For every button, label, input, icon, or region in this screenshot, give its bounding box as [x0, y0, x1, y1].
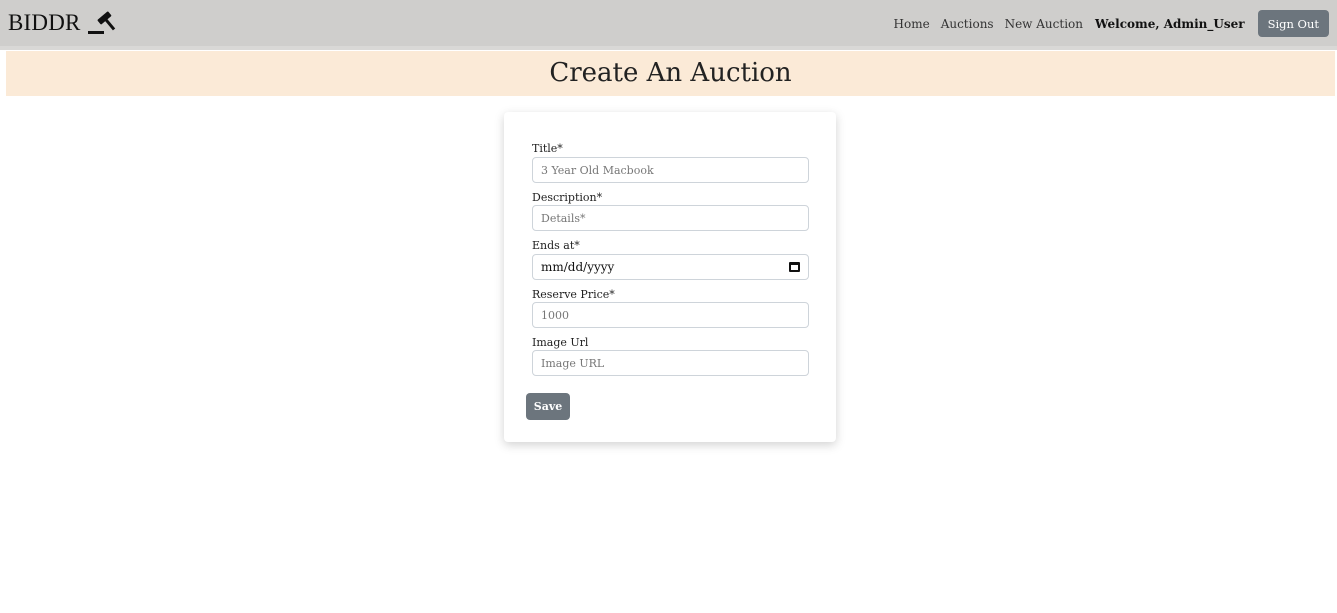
description-field[interactable] — [532, 205, 809, 231]
description-input[interactable] — [541, 211, 800, 225]
image-url-input[interactable] — [541, 356, 800, 370]
image-url-field[interactable] — [532, 350, 809, 376]
ends-at-value: mm/dd/yyyy — [541, 260, 615, 274]
image-url-label: Image Url — [532, 336, 589, 349]
title-field[interactable] — [532, 157, 809, 183]
brand-name: BIDDR — [8, 10, 81, 35]
reserve-price-input[interactable] — [541, 308, 800, 322]
navbar: BIDDR Home Auctions New Auction Welcome,… — [0, 0, 1337, 50]
calendar-icon[interactable] — [789, 262, 800, 272]
page-header: Create An Auction — [6, 51, 1335, 96]
save-button[interactable]: Save — [526, 393, 570, 420]
nav-link-auctions[interactable]: Auctions — [941, 17, 994, 31]
create-auction-form: Title* Description* Ends at* mm/dd/yyyy … — [504, 112, 836, 442]
reserve-price-label: Reserve Price* — [532, 288, 615, 301]
welcome-text: Welcome, Admin_User — [1095, 16, 1245, 31]
title-label: Title* — [532, 142, 563, 155]
page-title: Create An Auction — [549, 58, 792, 88]
description-label: Description* — [532, 191, 603, 204]
sign-out-button[interactable]: Sign Out — [1257, 10, 1329, 37]
nav-link-home[interactable]: Home — [894, 17, 930, 31]
nav-menu: Home Auctions New Auction Welcome, Admin… — [883, 10, 1329, 37]
reserve-price-field[interactable] — [532, 302, 809, 328]
nav-link-new-auction[interactable]: New Auction — [1005, 17, 1083, 31]
ends-at-date-input[interactable]: mm/dd/yyyy — [532, 254, 809, 280]
brand-logo[interactable]: BIDDR — [8, 8, 119, 38]
title-input[interactable] — [541, 163, 800, 177]
ends-at-label: Ends at* — [532, 239, 580, 252]
gavel-icon — [87, 11, 115, 34]
